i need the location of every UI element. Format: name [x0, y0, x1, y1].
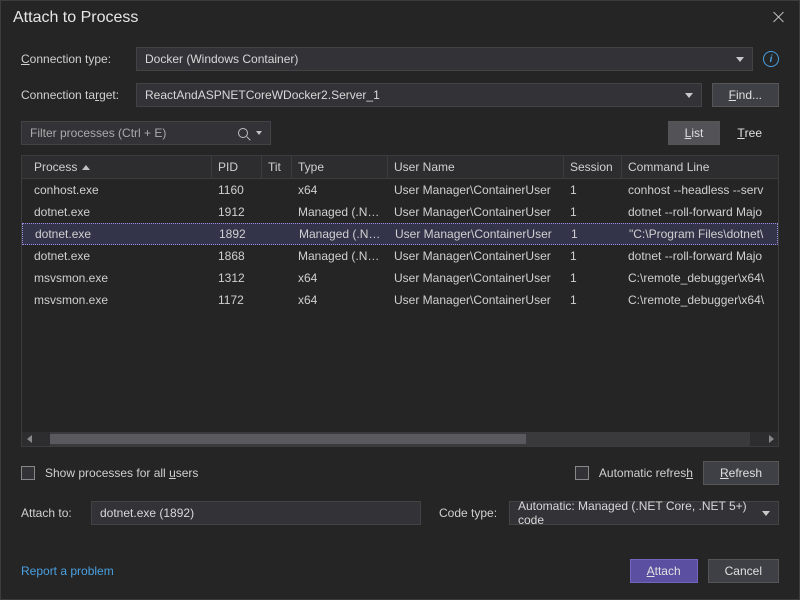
cell-title [262, 186, 292, 194]
cell-cmd: "C:\Program Files\dotnet\ [623, 223, 777, 245]
cell-cmd: C:\remote_debugger\x64\ [622, 289, 778, 311]
cell-type: Managed (.NE... [292, 245, 388, 267]
col-cmd[interactable]: Command Line [622, 156, 778, 178]
search-icon [238, 128, 248, 138]
chevron-down-icon[interactable] [256, 131, 262, 135]
report-problem-link[interactable]: Report a problem [21, 564, 114, 578]
cell-pid: 1868 [212, 245, 262, 267]
code-type-value: Automatic: Managed (.NET Core, .NET 5+) … [518, 499, 762, 527]
cell-title [262, 208, 292, 216]
cell-session: 1 [564, 267, 622, 289]
col-pid[interactable]: PID [212, 156, 262, 178]
cell-cmd: dotnet --roll-forward Majo [622, 201, 778, 223]
cell-process: dotnet.exe [22, 245, 212, 267]
chevron-down-icon [685, 93, 693, 98]
cell-session: 1 [564, 201, 622, 223]
show-all-users-label: Show processes for all users [45, 466, 198, 480]
table-row[interactable]: conhost.exe1160 x64User Manager\Container… [22, 179, 778, 201]
cell-session: 1 [565, 223, 623, 245]
connection-type-combo[interactable]: Docker (Windows Container) [136, 47, 753, 71]
cell-user: User Manager\ContainerUser [389, 223, 565, 245]
code-type-combo[interactable]: Automatic: Managed (.NET Core, .NET 5+) … [509, 501, 779, 525]
view-list-button[interactable]: List [668, 121, 721, 145]
col-title[interactable]: Tit [262, 156, 292, 178]
dialog-title: Attach to Process [13, 9, 138, 27]
cell-process: msvsmon.exe [22, 267, 212, 289]
table-row[interactable]: dotnet.exe1892 Managed (.NE...User Manage… [22, 223, 778, 245]
cell-type: Managed (.NE... [293, 223, 389, 245]
connection-target-combo[interactable]: ReactAndASPNETCoreWDocker2.Server_1 [136, 83, 702, 107]
attach-to-field[interactable]: dotnet.exe (1892) [91, 501, 421, 525]
table-row[interactable]: dotnet.exe1912 Managed (.NE...User Manage… [22, 201, 778, 223]
auto-refresh-checkbox[interactable] [575, 466, 589, 480]
chevron-down-icon [762, 511, 770, 516]
cell-user: User Manager\ContainerUser [388, 289, 564, 311]
filter-placeholder: Filter processes (Ctrl + E) [30, 126, 166, 140]
col-session[interactable]: Session [564, 156, 622, 178]
cell-cmd: C:\remote_debugger\x64\ [622, 267, 778, 289]
chevron-down-icon [736, 57, 744, 62]
connection-target-value: ReactAndASPNETCoreWDocker2.Server_1 [145, 88, 380, 102]
scroll-right-icon [769, 435, 774, 443]
cell-pid: 1912 [212, 201, 262, 223]
cell-pid: 1160 [212, 179, 262, 201]
cell-type: x64 [292, 267, 388, 289]
cell-pid: 1312 [212, 267, 262, 289]
grid-header: Process PID Tit Type User Name Session C… [22, 156, 778, 179]
close-icon[interactable] [771, 10, 787, 26]
cell-session: 1 [564, 179, 622, 201]
info-icon[interactable]: i [763, 51, 779, 67]
table-row[interactable]: msvsmon.exe1312 x64User Manager\Container… [22, 267, 778, 289]
connection-type-label: Connection type: [21, 52, 126, 66]
cell-pid: 1172 [212, 289, 262, 311]
cell-process: dotnet.exe [23, 223, 213, 245]
cell-title [262, 274, 292, 282]
cell-title [262, 296, 292, 304]
grid-body: conhost.exe1160x64User Manager\Container… [22, 179, 778, 432]
table-row[interactable]: msvsmon.exe1172 x64User Manager\Container… [22, 289, 778, 311]
cell-type: Managed (.NE... [292, 201, 388, 223]
attach-to-label: Attach to: [21, 506, 81, 520]
find-button[interactable]: Find... [712, 83, 779, 107]
cell-user: User Manager\ContainerUser [388, 245, 564, 267]
cell-type: x64 [292, 179, 388, 201]
attach-to-process-dialog: Attach to Process Connection type: Docke… [0, 0, 800, 600]
col-process[interactable]: Process [22, 156, 212, 178]
cell-user: User Manager\ContainerUser [388, 201, 564, 223]
cell-process: dotnet.exe [22, 201, 212, 223]
cell-session: 1 [564, 289, 622, 311]
cell-user: User Manager\ContainerUser [388, 267, 564, 289]
attach-button[interactable]: Attach [630, 559, 698, 583]
auto-refresh-label: Automatic refresh [599, 466, 693, 480]
cell-cmd: dotnet --roll-forward Majo [622, 245, 778, 267]
cell-process: msvsmon.exe [22, 289, 212, 311]
cell-cmd: conhost --headless --serv [622, 179, 778, 201]
cancel-button[interactable]: Cancel [708, 559, 779, 583]
cell-type: x64 [292, 289, 388, 311]
cell-title [262, 252, 292, 260]
col-type[interactable]: Type [292, 156, 388, 178]
connection-target-label: Connection target: [21, 88, 126, 102]
show-all-users-checkbox[interactable] [21, 466, 35, 480]
code-type-label: Code type: [439, 506, 499, 520]
cell-user: User Manager\ContainerUser [388, 179, 564, 201]
scroll-left-icon [27, 435, 32, 443]
table-row[interactable]: dotnet.exe1868 Managed (.NE...User Manage… [22, 245, 778, 267]
horizontal-scrollbar[interactable] [22, 432, 778, 446]
titlebar: Attach to Process [1, 1, 799, 35]
col-user[interactable]: User Name [388, 156, 564, 178]
process-grid: Process PID Tit Type User Name Session C… [21, 155, 779, 447]
refresh-button[interactable]: Refresh [703, 461, 779, 485]
cell-process: conhost.exe [22, 179, 212, 201]
scroll-thumb[interactable] [50, 434, 526, 444]
cell-pid: 1892 [213, 223, 263, 245]
cell-title [263, 230, 293, 238]
filter-input[interactable]: Filter processes (Ctrl + E) [21, 121, 271, 145]
sort-asc-icon [82, 165, 90, 170]
cell-session: 1 [564, 245, 622, 267]
connection-type-value: Docker (Windows Container) [145, 52, 298, 66]
view-tree-button[interactable]: Tree [720, 121, 779, 145]
